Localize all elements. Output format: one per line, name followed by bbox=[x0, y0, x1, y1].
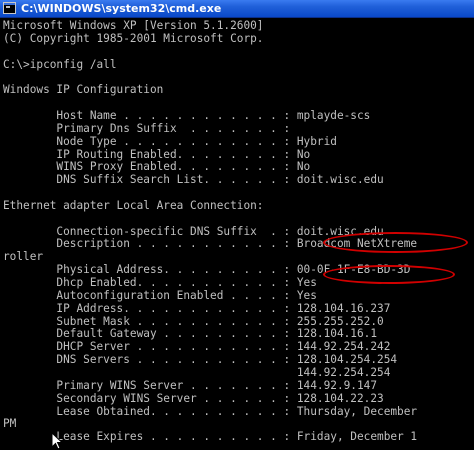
console-line: DNS Servers . . . . . . . . . . . : 128.… bbox=[3, 353, 398, 367]
console-icon[interactable] bbox=[3, 2, 16, 14]
console-line: DHCP Server . . . . . . . . . . . : 144.… bbox=[3, 340, 391, 354]
console-line: Host Name . . . . . . . . . . . . : mpla… bbox=[3, 108, 371, 122]
console-line: roller bbox=[3, 250, 44, 264]
console-line: Secondary WINS Server . . . . . . : 128.… bbox=[3, 391, 384, 405]
console-line: WINS Proxy Enabled. . . . . . . . : No bbox=[3, 160, 311, 174]
console-line: Primary WINS Server . . . . . . . : 144.… bbox=[3, 378, 378, 392]
title-bar[interactable]: C:\WINDOWS\system32\cmd.exe bbox=[0, 0, 474, 18]
console-line: Subnet Mask . . . . . . . . . . . : 255.… bbox=[3, 314, 384, 328]
console-line: Windows IP Configuration bbox=[3, 83, 164, 97]
console-line: Connection-specific DNS Suffix . : doit.… bbox=[3, 224, 384, 238]
cmd-window: C:\WINDOWS\system32\cmd.exe Microsoft Wi… bbox=[0, 0, 474, 450]
console-line: Ethernet adapter Local Area Connection: bbox=[3, 198, 264, 212]
console-line: Lease Obtained. . . . . . . . . . : Thur… bbox=[3, 404, 418, 418]
physical-address-highlight bbox=[323, 232, 468, 253]
console-line: Autoconfiguration Enabled . . . . : Yes bbox=[3, 288, 317, 302]
console-line: Microsoft Windows XP [Version 5.1.2600] bbox=[3, 19, 264, 32]
console-line: C:\>ipconfig /all bbox=[3, 57, 117, 71]
console-line: Default Gateway . . . . . . . . . : 128.… bbox=[3, 327, 378, 341]
console-line: Dhcp Enabled. . . . . . . . . . . : Yes bbox=[3, 276, 317, 289]
console-line: (C) Copyright 1985-2001 Microsoft Corp. bbox=[3, 31, 264, 45]
console-line: IP Routing Enabled. . . . . . . . : No bbox=[3, 147, 311, 161]
console-line: DNS Suffix Search List. . . . . . : doit… bbox=[3, 173, 384, 187]
console-line: Node Type . . . . . . . . . . . . : Hybr… bbox=[3, 134, 337, 148]
console-line: IP Address. . . . . . . . . . . . : 128.… bbox=[3, 301, 391, 315]
console-line: 144.92.254.254 bbox=[3, 365, 391, 379]
mouse-pointer-icon bbox=[51, 432, 64, 450]
console-line: Lease Expires . . . . . . . . . . : Frid… bbox=[3, 430, 418, 444]
console-line: PM bbox=[3, 417, 17, 431]
ip-address-highlight bbox=[323, 265, 455, 284]
console-line: Primary Dns Suffix . . . . . . . : bbox=[3, 121, 291, 135]
window-title: C:\WINDOWS\system32\cmd.exe bbox=[21, 2, 222, 15]
